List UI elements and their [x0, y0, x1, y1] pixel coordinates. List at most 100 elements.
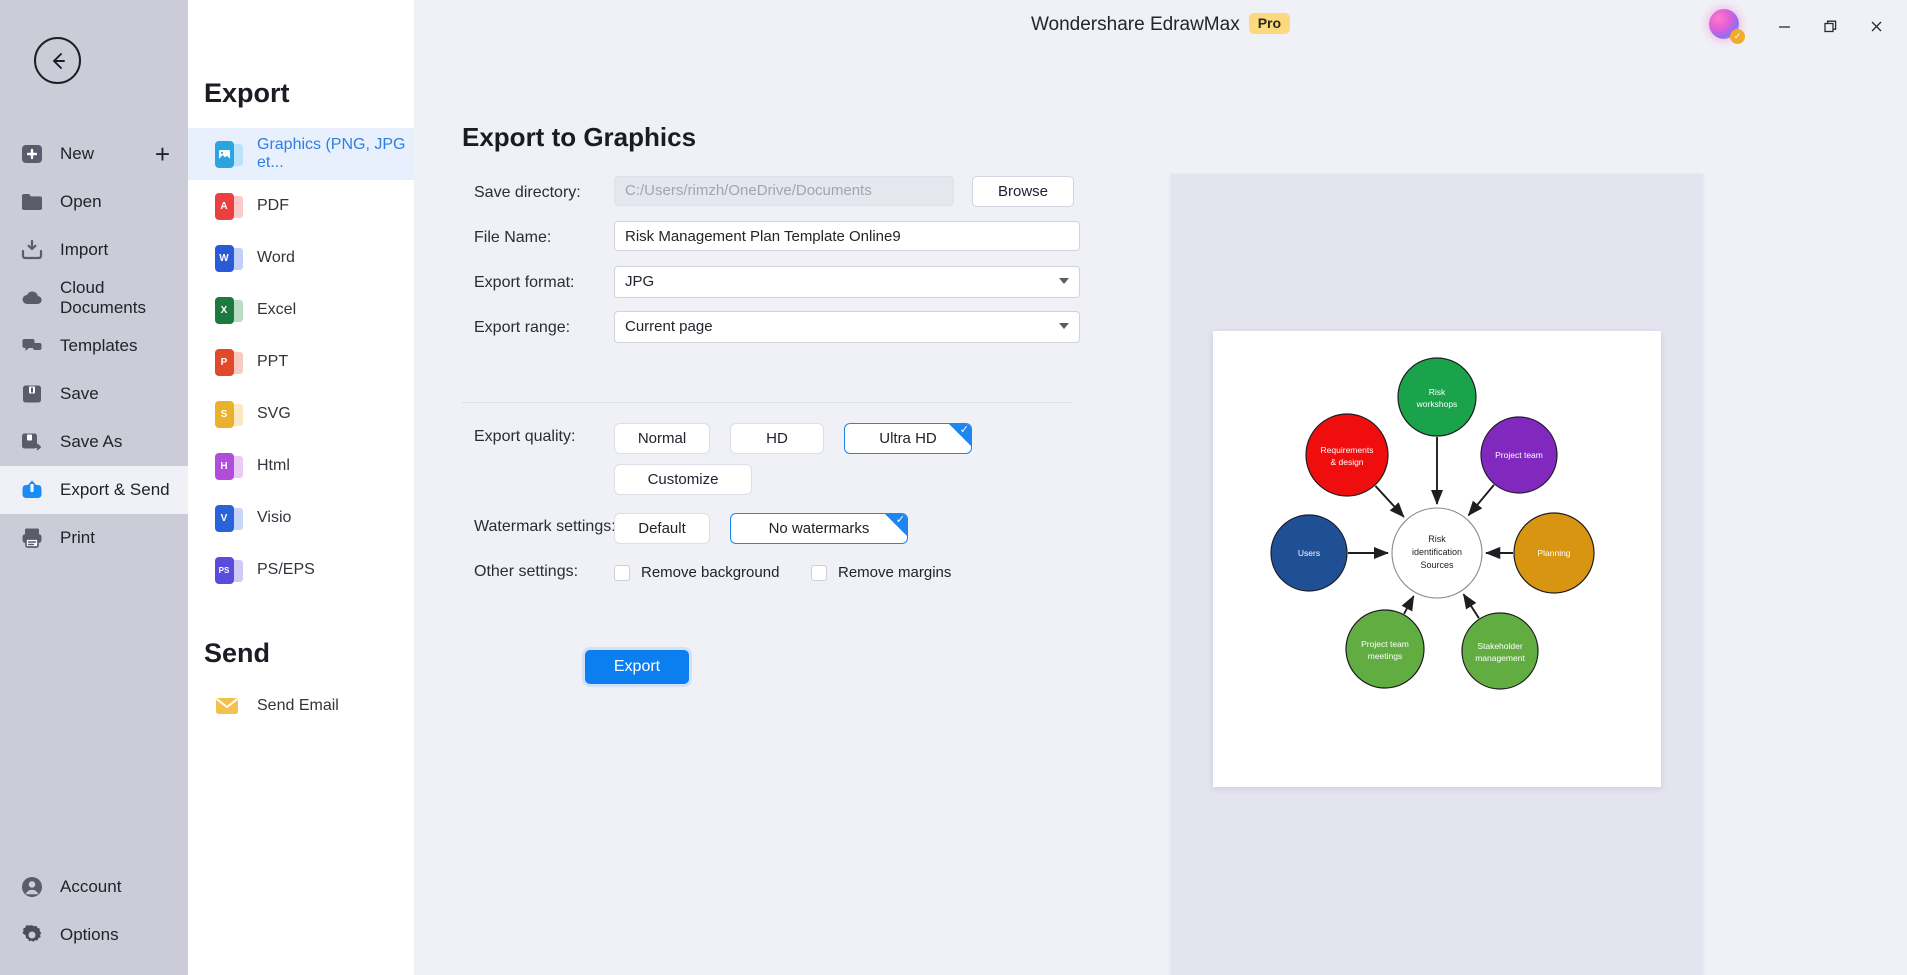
- menu-item-label: PPT: [257, 353, 289, 370]
- checkbox-remove-margins[interactable]: Remove margins: [811, 564, 951, 581]
- svg-text:identification: identification: [1412, 547, 1462, 557]
- diagram-node-risk-workshops[interactable]: Risk workshops: [1397, 357, 1477, 437]
- rail-item-import[interactable]: Import: [0, 226, 188, 274]
- export-format-select[interactable]: JPG: [614, 266, 1080, 298]
- rail-item-open[interactable]: Open: [0, 178, 188, 226]
- menu-item-send-email[interactable]: Send Email: [188, 680, 414, 732]
- menu-item-word[interactable]: W Word: [188, 232, 414, 284]
- back-button[interactable]: [34, 37, 81, 84]
- export-quality-label: Export quality:: [474, 428, 576, 445]
- svg-text:Planning: Planning: [1537, 548, 1570, 558]
- rail-item-export-and-send[interactable]: Export & Send: [0, 466, 188, 514]
- pdf-file-icon: A: [214, 192, 243, 220]
- diagram-node-planning[interactable]: Planning: [1513, 512, 1595, 594]
- diagram-node-stakeholder-management[interactable]: Stakeholder management: [1461, 612, 1539, 690]
- menu-item-label: Excel: [257, 301, 297, 318]
- export-format-label: Export format:: [474, 274, 575, 291]
- window-controls: ✓: [1709, 9, 1895, 44]
- quality-option-hd[interactable]: HD: [730, 423, 824, 454]
- quality-option-ultra-hd-label: Ultra HD: [879, 430, 937, 447]
- menu-item-svg[interactable]: S SVG: [188, 388, 414, 440]
- edrawmax-window: New + Open Import Cloud Documents Templa…: [0, 0, 1907, 975]
- printer-icon: [18, 524, 46, 552]
- diagram-node-center[interactable]: Risk identification Sources: [1391, 507, 1483, 599]
- menu-item-graphics[interactable]: Graphics (PNG, JPG et...: [188, 128, 414, 180]
- watermark-settings-label: Watermark settings:: [474, 518, 616, 535]
- close-button[interactable]: [1857, 10, 1895, 42]
- word-file-icon: W: [214, 244, 243, 272]
- diagram-node-project-team-meetings[interactable]: Project team meetings: [1345, 609, 1425, 689]
- checkbox-box[interactable]: [614, 564, 630, 581]
- options-gear-icon: [18, 921, 46, 949]
- svg-text:meetings: meetings: [1368, 651, 1403, 661]
- rail-item-label: Cloud Documents: [60, 278, 146, 317]
- title-bar: Wondershare EdrawMax Pro ✓: [414, 0, 1907, 52]
- menu-item-ppt[interactable]: P PPT: [188, 336, 414, 388]
- rail-item-account[interactable]: Account: [0, 863, 188, 911]
- svg-text:management: management: [1475, 653, 1525, 663]
- diagram-canvas[interactable]: Risk workshops Project team Requirements & d…: [1213, 331, 1661, 787]
- new-plus-icon[interactable]: +: [155, 141, 170, 167]
- quality-option-ultra-hd[interactable]: Ultra HD ✓: [844, 423, 972, 454]
- import-icon: [18, 236, 46, 264]
- restore-button[interactable]: [1811, 10, 1849, 42]
- watermark-option-no-watermarks-label: No watermarks: [768, 520, 870, 537]
- menu-item-ps-eps[interactable]: PS PS/EPS: [188, 544, 414, 596]
- rail-bottom-group: Account Options: [0, 863, 188, 959]
- quality-option-customize[interactable]: Customize: [614, 464, 752, 495]
- export-form: Save directory: C:/Users/rimzh/OneDrive/…: [462, 172, 1122, 352]
- rail-item-label: Open: [60, 192, 102, 211]
- arrow-left-icon: [52, 52, 65, 69]
- diagram-node-requirements-design[interactable]: Requirements & design: [1305, 413, 1389, 497]
- svg-text:& design: & design: [1330, 457, 1363, 467]
- rail-item-label: Templates: [60, 336, 138, 355]
- rail-item-templates[interactable]: Templates: [0, 322, 188, 370]
- rail-item-cloud-documents[interactable]: Cloud Documents: [0, 274, 188, 322]
- save-directory-input[interactable]: C:/Users/rimzh/OneDrive/Documents: [614, 176, 954, 206]
- templates-icon: [18, 332, 46, 360]
- avatar[interactable]: ✓: [1709, 9, 1745, 44]
- rail-item-label: Options: [60, 925, 119, 944]
- field-save-directory: Save directory: C:/Users/rimzh/OneDrive/…: [462, 172, 1122, 217]
- svg-text:Requirements: Requirements: [1321, 445, 1374, 455]
- preview-panel: Risk workshops Project team Requirements & d…: [1171, 174, 1703, 975]
- pro-badge: Pro: [1248, 13, 1291, 34]
- menu-item-html[interactable]: H Html: [188, 440, 414, 492]
- menu-item-label: PDF: [257, 197, 289, 214]
- menu-item-visio[interactable]: V Visio: [188, 492, 414, 544]
- minimize-button[interactable]: [1765, 10, 1803, 42]
- diagram-node-project-team[interactable]: Project team: [1480, 416, 1558, 494]
- svg-text:Project team: Project team: [1495, 450, 1543, 460]
- field-export-range: Export range: Current page: [462, 307, 1122, 352]
- menu-item-excel[interactable]: X Excel: [188, 284, 414, 336]
- watermark-option-default[interactable]: Default: [614, 513, 710, 544]
- rail-item-options[interactable]: Options: [0, 911, 188, 959]
- rail-item-print[interactable]: Print: [0, 514, 188, 562]
- rail-item-save[interactable]: Save: [0, 370, 188, 418]
- export-button[interactable]: Export: [585, 650, 689, 684]
- export-range-label: Export range:: [474, 319, 571, 336]
- svg-text:Stakeholder: Stakeholder: [1477, 641, 1523, 651]
- browse-button[interactable]: Browse: [972, 176, 1074, 207]
- watermark-option-no-watermarks[interactable]: No watermarks ✓: [730, 513, 908, 544]
- selected-check-icon: ✓: [959, 424, 969, 436]
- checkbox-remove-background[interactable]: Remove background: [614, 564, 779, 581]
- checkbox-box[interactable]: [811, 564, 827, 581]
- diagram-node-users[interactable]: Users: [1270, 514, 1348, 592]
- menu-item-pdf[interactable]: A PDF: [188, 180, 414, 232]
- rail-item-new[interactable]: New +: [0, 130, 188, 178]
- chevron-down-icon: [1059, 278, 1069, 284]
- selected-check-icon: ✓: [895, 514, 905, 526]
- rail-item-label: Save: [60, 384, 99, 403]
- svg-text:Risk: Risk: [1428, 534, 1446, 544]
- rail-item-save-as[interactable]: Save As: [0, 418, 188, 466]
- quality-option-normal[interactable]: Normal: [614, 423, 710, 454]
- file-name-input[interactable]: [614, 221, 1080, 251]
- ps-eps-file-icon: PS: [214, 556, 243, 584]
- chevron-down-icon: [1059, 323, 1069, 329]
- html-file-icon: H: [214, 452, 243, 480]
- app-title-text: Wondershare EdrawMax: [1030, 14, 1240, 35]
- save-as-icon: [18, 428, 46, 456]
- rail-item-label: Account: [60, 877, 122, 896]
- export-range-select[interactable]: Current page: [614, 311, 1080, 343]
